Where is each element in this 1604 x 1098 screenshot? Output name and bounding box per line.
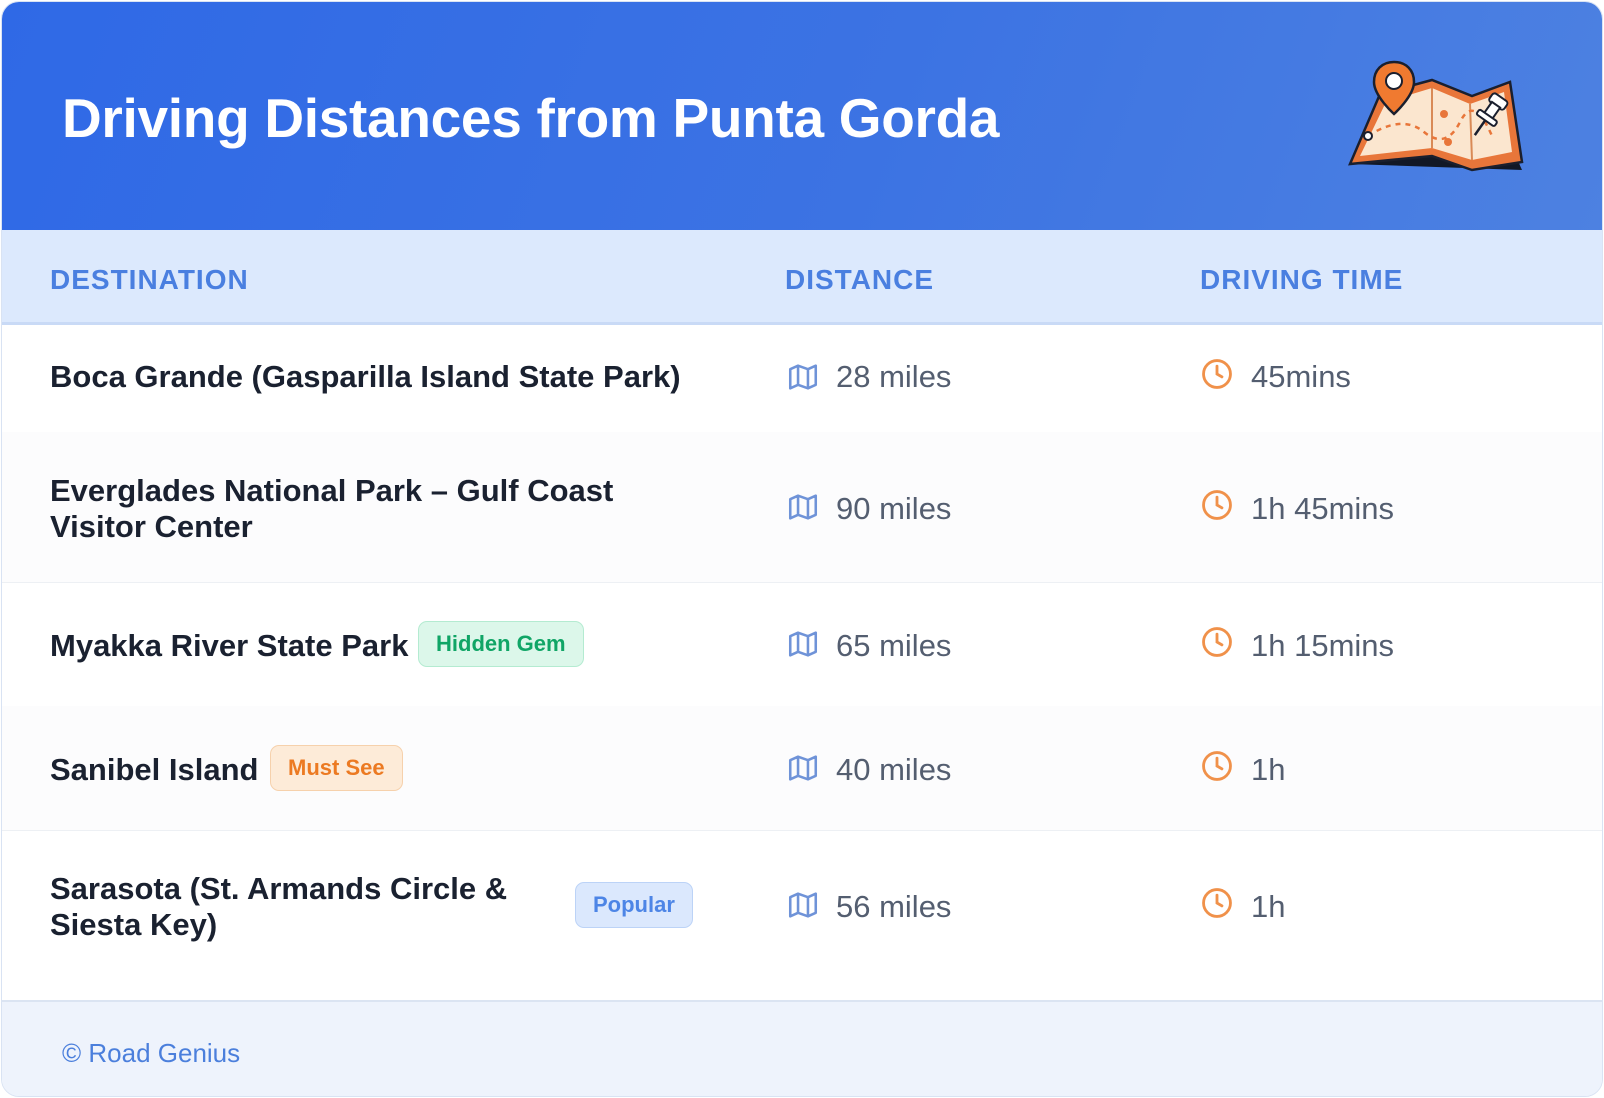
distance-value: 28 miles [836, 359, 952, 394]
clock-icon [1202, 490, 1232, 520]
table-header: DESTINATION DISTANCE DRIVING TIME [2, 230, 1602, 325]
table-row: Myakka River State Park Hidden Gem 65 mi… [2, 582, 1602, 707]
hidden-gem-badge: Hidden Gem [418, 621, 584, 667]
distance-value: 56 miles [836, 889, 952, 924]
table-row: Sarasota (St. Armands Circle & Siesta Ke… [2, 830, 1602, 980]
column-header-driving-time: DRIVING TIME [1200, 264, 1404, 295]
driving-time-value: 45mins [1251, 359, 1351, 394]
map-icon [788, 755, 818, 781]
header-banner: Driving Distances from Punta Gorda [2, 2, 1602, 230]
destination-name: Myakka River State Park [50, 628, 409, 663]
driving-distances-card: Driving Distances from Punta Gorda DESTI… [1, 1, 1603, 1097]
map-icon [788, 892, 818, 918]
driving-time-value: 1h [1251, 752, 1286, 787]
clock-icon [1202, 627, 1232, 657]
map-icon [788, 631, 818, 657]
driving-time-value: 1h 45mins [1251, 491, 1395, 526]
distance-value: 40 miles [836, 752, 952, 787]
table-row: Boca Grande (Gasparilla Island State Par… [2, 322, 1602, 433]
destination-name-line-1: Sarasota (St. Armands Circle & [50, 871, 508, 906]
table-row: Sanibel Island Must See 40 miles 1h [2, 706, 1602, 831]
destination-name-line-2: Siesta Key) [50, 907, 218, 942]
distance-value: 90 miles [836, 491, 952, 526]
destination-name: Sanibel Island [50, 752, 259, 787]
destination-name: Boca Grande (Gasparilla Island State Par… [50, 359, 681, 394]
distance-value: 65 miles [836, 628, 952, 663]
table-row: Everglades National Park – Gulf Coast Vi… [2, 432, 1602, 583]
destination-name-line-2: Visitor Center [50, 509, 253, 544]
map-icon [788, 494, 818, 520]
driving-time-value: 1h 15mins [1251, 628, 1395, 663]
popular-badge: Popular [575, 882, 693, 928]
copyright-text: © Road Genius [62, 1038, 241, 1068]
clock-icon [1202, 751, 1232, 781]
clock-icon [1202, 888, 1232, 918]
page-title: Driving Distances from Punta Gorda [62, 87, 1000, 149]
map-with-location-pin-icon [1348, 60, 1524, 172]
column-header-distance: DISTANCE [785, 264, 935, 295]
column-header-destination: DESTINATION [50, 264, 249, 295]
must-see-badge: Must See [270, 745, 403, 791]
clock-icon [1202, 359, 1232, 389]
driving-time-value: 1h [1251, 889, 1286, 924]
footer: © Road Genius [2, 1000, 1602, 1096]
map-icon [788, 364, 818, 390]
destination-name-line-1: Everglades National Park – Gulf Coast [50, 473, 614, 508]
